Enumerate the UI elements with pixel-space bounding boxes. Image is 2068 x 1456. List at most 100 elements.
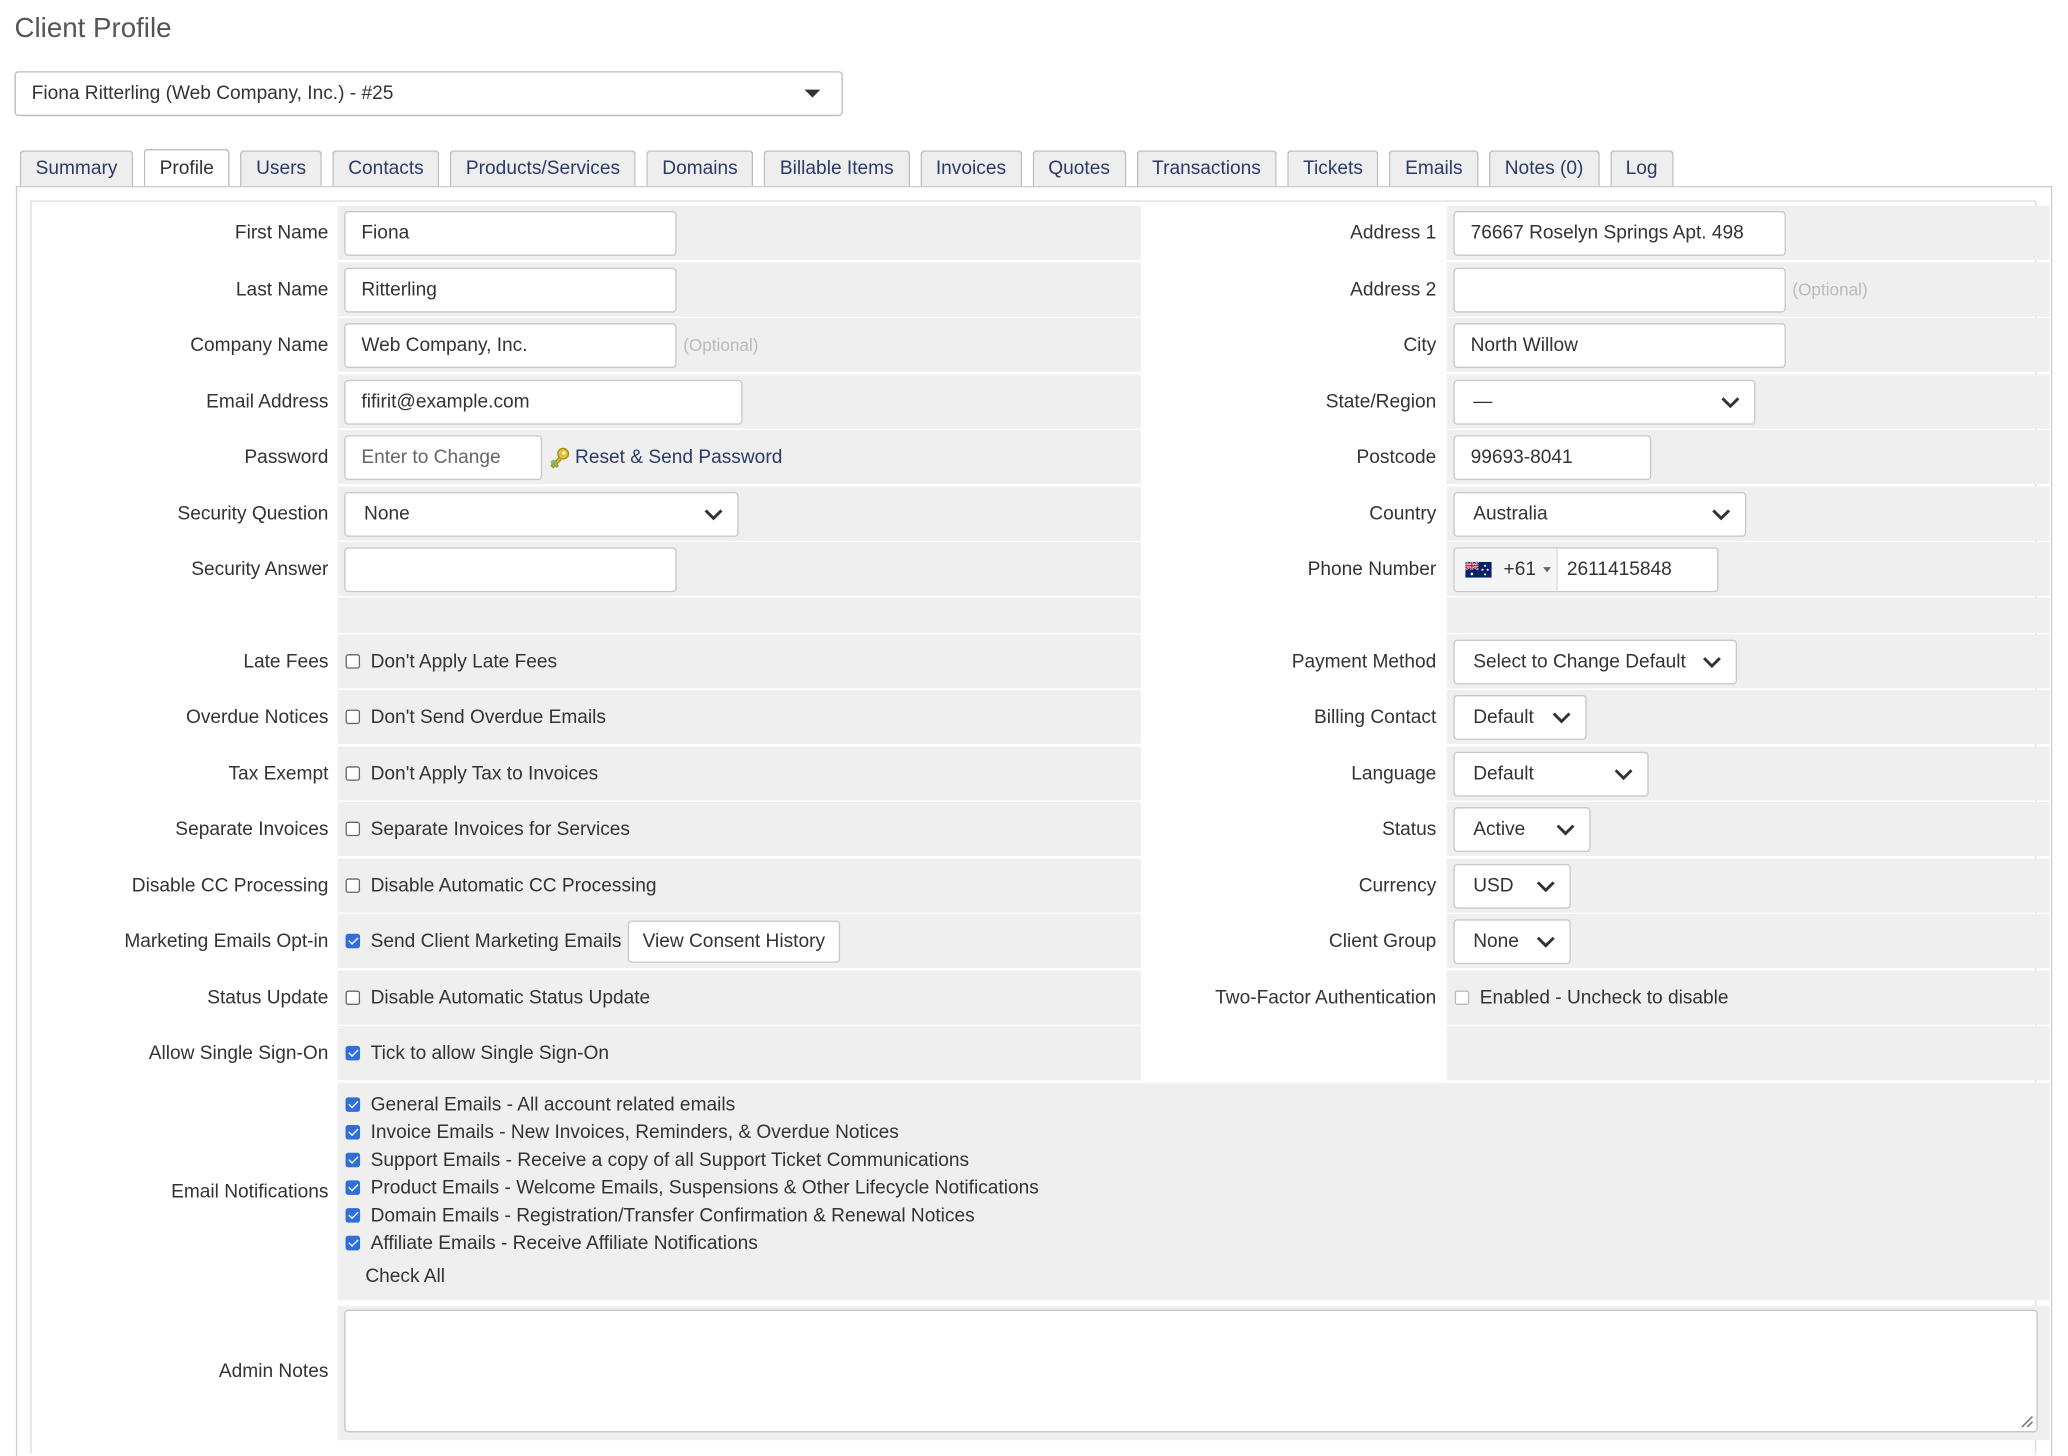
key-icon — [550, 447, 570, 468]
tab-emails[interactable]: Emails — [1389, 150, 1479, 186]
phone-cell: +61 2611415848 — [1446, 542, 2050, 597]
reset-send-password-link[interactable]: Reset & Send Password — [575, 446, 782, 467]
affiliate-emails-checkbox[interactable] — [345, 1235, 361, 1251]
late-fees-checkbox[interactable] — [345, 654, 361, 669]
chevron-down-icon — [1614, 768, 1633, 780]
tab-summary[interactable]: Summary — [19, 150, 134, 186]
email-notifications-label: Email Notifications — [171, 1181, 329, 1203]
product-emails-text: Product Emails - Welcome Emails, Suspens… — [370, 1177, 1039, 1199]
tab-notes[interactable]: Notes (0) — [1488, 150, 1600, 186]
security-answer-input[interactable] — [344, 546, 677, 592]
invoice-emails-checkbox[interactable] — [345, 1125, 361, 1140]
tab-domains[interactable]: Domains — [646, 150, 754, 186]
chevron-down-icon — [1552, 711, 1571, 723]
product-emails-checkbox[interactable] — [345, 1180, 361, 1195]
phone-input[interactable]: 2611415848 — [1558, 559, 1672, 580]
tab-log[interactable]: Log — [1609, 150, 1674, 186]
password-input[interactable]: Enter to Change — [344, 434, 543, 480]
chevron-down-icon — [1721, 396, 1740, 408]
status-update-label: Status Update — [207, 987, 329, 1009]
list-item: Support Emails - Receive a copy of all S… — [344, 1146, 2049, 1174]
tab-bar: Summary Profile Users Contacts Products/… — [19, 149, 1684, 188]
form-row: Marketing Emails Opt-in Send Client Mark… — [16, 913, 2050, 969]
country-code-dropdown[interactable]: +61 — [1454, 548, 1558, 591]
two-factor-label: Two-Factor Authentication — [1215, 987, 1437, 1009]
check-all-link[interactable]: Check All — [365, 1266, 2049, 1287]
country-cell: Australia — [1446, 486, 2050, 541]
security-question-select[interactable]: None — [344, 491, 739, 537]
sso-cell: Tick to allow Single Sign-On — [337, 1026, 1141, 1081]
last-name-input[interactable]: Ritterling — [344, 267, 677, 312]
form-row: Tax Exempt Don't Apply Tax to Invoices L… — [16, 746, 2050, 801]
form-row: Allow Single Sign-On Tick to allow Singl… — [16, 1026, 2050, 1081]
client-select-value: Fiona Ritterling (Web Company, Inc.) - #… — [31, 83, 394, 105]
client-select[interactable]: Fiona Ritterling (Web Company, Inc.) - #… — [14, 71, 843, 117]
status-select[interactable]: Active — [1453, 806, 1591, 852]
address1-input[interactable]: 76667 Roselyn Springs Apt. 498 — [1453, 210, 1786, 256]
payment-method-select[interactable]: Select to Change Default — [1453, 639, 1737, 684]
currency-select[interactable]: USD — [1453, 863, 1571, 909]
billing-contact-label: Billing Contact — [1314, 706, 1437, 728]
tab-tickets[interactable]: Tickets — [1287, 150, 1379, 186]
sso-label: Allow Single Sign-On — [148, 1042, 329, 1064]
domain-emails-checkbox[interactable] — [345, 1208, 361, 1223]
tax-exempt-text: Don't Apply Tax to Invoices — [370, 762, 599, 785]
postcode-input[interactable]: 99693-8041 — [1453, 434, 1652, 480]
marketing-cell: Send Client Marketing Emails View Consen… — [337, 913, 1141, 969]
security-question-label: Security Question — [177, 503, 329, 525]
sso-checkbox[interactable] — [345, 1045, 361, 1061]
company-name-input[interactable]: Web Company, Inc. — [344, 322, 677, 368]
overdue-notices-label: Overdue Notices — [185, 706, 329, 728]
client-group-select[interactable]: None — [1453, 918, 1571, 964]
general-emails-checkbox[interactable] — [345, 1097, 361, 1112]
status-update-text: Disable Automatic Status Update — [370, 987, 651, 1009]
form-row: Password Enter to Change Reset & Send Pa… — [16, 429, 2050, 485]
first-name-input[interactable]: Fiona — [344, 210, 677, 256]
chevron-down-icon — [1702, 656, 1721, 668]
tab-invoices[interactable]: Invoices — [920, 150, 1022, 186]
form-row: Late Fees Don't Apply Late Fees Payment … — [16, 634, 2050, 689]
two-factor-checkbox[interactable] — [1454, 990, 1470, 1006]
form-row: Security Answer Phone Number +61 2611415… — [16, 542, 2050, 597]
address2-label: Address 2 — [1350, 278, 1437, 301]
tab-transactions[interactable]: Transactions — [1136, 150, 1277, 186]
tab-products-services[interactable]: Products/Services — [450, 150, 636, 186]
tax-exempt-checkbox[interactable] — [345, 766, 361, 781]
form-row: Last Name Ritterling Address 2 (Optional… — [16, 262, 2050, 317]
language-select[interactable]: Default — [1453, 751, 1649, 796]
email-cell: fifirit@example.com — [337, 374, 1141, 429]
overdue-notices-checkbox[interactable] — [345, 709, 361, 725]
address1-label: Address 1 — [1350, 222, 1437, 244]
security-question-cell: None — [337, 486, 1141, 541]
support-emails-checkbox[interactable] — [345, 1152, 361, 1168]
status-update-checkbox[interactable] — [345, 990, 361, 1006]
tab-contacts[interactable]: Contacts — [332, 150, 440, 186]
tab-billable-items[interactable]: Billable Items — [764, 150, 910, 186]
separate-invoices-checkbox[interactable] — [345, 821, 361, 837]
form-row: Company Name Web Company, Inc. (Optional… — [16, 317, 2050, 373]
admin-notes-textarea[interactable] — [344, 1309, 2038, 1433]
disable-cc-checkbox[interactable] — [345, 878, 361, 893]
last-name-cell: Ritterling — [337, 262, 1141, 317]
first-name-cell: Fiona — [337, 205, 1141, 260]
country-select[interactable]: Australia — [1453, 491, 1747, 537]
city-input[interactable]: North Willow — [1453, 322, 1786, 368]
view-consent-history-button[interactable]: View Consent History — [628, 919, 840, 963]
tab-users[interactable]: Users — [240, 150, 322, 186]
billing-contact-select[interactable]: Default — [1453, 694, 1587, 740]
affiliate-emails-text: Affiliate Emails - Receive Affiliate Not… — [370, 1232, 758, 1254]
tab-quotes[interactable]: Quotes — [1032, 150, 1126, 186]
address2-input[interactable] — [1453, 267, 1786, 312]
state-select[interactable]: — — [1453, 379, 1756, 425]
city-label: City — [1403, 334, 1437, 356]
list-item: General Emails - All account related ema… — [344, 1091, 2049, 1119]
admin-notes-label: Admin Notes — [218, 1361, 329, 1383]
resize-grip-icon[interactable] — [2018, 1413, 2034, 1429]
email-input[interactable]: fifirit@example.com — [344, 379, 743, 425]
list-item: Invoice Emails - New Invoices, Reminders… — [344, 1118, 2049, 1146]
form-row: Overdue Notices Don't Send Overdue Email… — [16, 689, 2050, 745]
late-fees-label: Late Fees — [243, 650, 329, 672]
marketing-checkbox[interactable] — [345, 933, 361, 949]
client-group-value: None — [1473, 930, 1519, 952]
tab-profile[interactable]: Profile — [143, 149, 230, 188]
